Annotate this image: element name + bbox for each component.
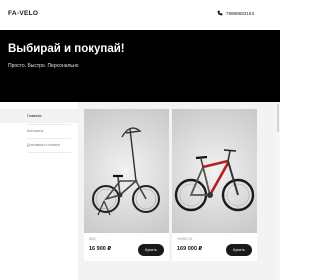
sidebar-divider: [27, 138, 71, 139]
site-header: FA-VELO 79998683163: [0, 0, 280, 30]
hero-banner: Выбирай и покупай! Просто. Быстро. Персо…: [0, 30, 280, 102]
sidebar-item-home[interactable]: Главная: [27, 114, 41, 118]
product-name: VIKING 29: [177, 237, 193, 241]
product-card[interactable]: BMX 16 900 ₽ Купить: [84, 109, 169, 261]
buy-button[interactable]: Купить: [226, 244, 252, 256]
sidebar-item-delivery[interactable]: Доставка и оплата: [27, 143, 60, 147]
sidebar-divider: [27, 124, 71, 125]
site-logo[interactable]: FA-VELO: [8, 10, 38, 17]
product-price: 169 000 ₽: [177, 246, 203, 252]
buy-button[interactable]: Купить: [138, 244, 164, 256]
phone-contact[interactable]: 79998683163: [217, 10, 254, 16]
hero-subtitle: Просто. Быстро. Персонально: [8, 63, 79, 69]
phone-number[interactable]: 79998683163: [226, 11, 254, 16]
hero-title: Выбирай и покупай!: [8, 43, 125, 55]
bmx-bike-image[interactable]: [84, 109, 169, 233]
sidebar-item-contacts[interactable]: Контакты: [27, 129, 43, 133]
product-price: 16 900 ₽: [89, 246, 112, 252]
mountain-bike-image[interactable]: [172, 109, 257, 233]
scrollbar-thumb[interactable]: [277, 104, 279, 132]
sidebar-divider: [27, 152, 71, 153]
product-name: BMX: [89, 237, 96, 241]
phone-icon: [217, 10, 223, 16]
product-card[interactable]: VIKING 29 169 000 ₽ Купить: [172, 109, 257, 261]
